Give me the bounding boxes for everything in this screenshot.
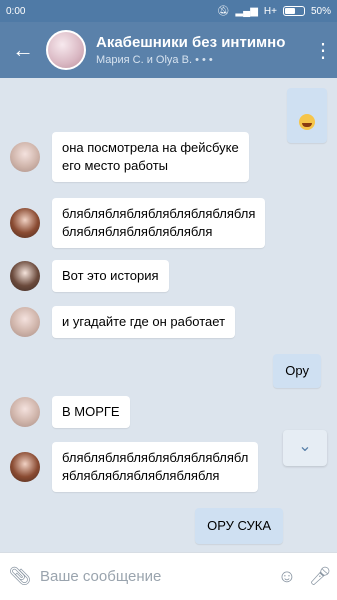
battery-percent: 50% bbox=[310, 5, 331, 17]
more-vertical-icon: ⋮ bbox=[313, 39, 333, 62]
message-bubble[interactable]: Ору bbox=[273, 354, 321, 388]
chat-subtitle: Мария С. и Olya B. • • • bbox=[96, 54, 309, 66]
message-row: и угадайте где он работает bbox=[10, 306, 236, 338]
network-type: H+ bbox=[263, 5, 277, 17]
avatar[interactable] bbox=[10, 452, 40, 482]
message-row: бляблябляблябляблябляблябл яблябляблябля… bbox=[10, 442, 259, 492]
smiley-icon: ☺ bbox=[277, 566, 297, 586]
message-row bbox=[287, 88, 327, 143]
battery-icon bbox=[282, 6, 305, 16]
emoji-button[interactable]: ☺ bbox=[271, 566, 303, 587]
chat-title-area[interactable]: Акабешники без интимно Мария С. и Olya B… bbox=[96, 34, 309, 66]
message-bubble[interactable]: ОРУ СУКА bbox=[195, 508, 283, 544]
avatar[interactable] bbox=[10, 307, 40, 337]
signal-icon: ▂▄▆ bbox=[235, 5, 258, 17]
message-bubble[interactable]: Вот это история bbox=[52, 260, 169, 292]
message-row: ОРУ СУКА bbox=[195, 508, 283, 544]
status-bar: 0:00 🔕︎ ▂▄▆ H+ 50% bbox=[0, 0, 337, 22]
avatar[interactable] bbox=[10, 261, 40, 291]
typing-indicator: • • • bbox=[195, 54, 213, 66]
back-button[interactable]: ← bbox=[0, 37, 46, 63]
status-time: 0:00 bbox=[6, 5, 26, 17]
message-input[interactable] bbox=[40, 568, 271, 585]
message-row: Ору bbox=[273, 354, 321, 388]
voice-button[interactable]: 🎤︎ bbox=[303, 566, 337, 587]
message-bubble[interactable]: бляблябляблябляблябляблябля блябляблябля… bbox=[52, 198, 266, 248]
message-bubble[interactable]: она посмотрела на фейсбуке его место раб… bbox=[52, 132, 249, 182]
chevron-down-icon: ⌄ bbox=[298, 438, 312, 455]
scroll-to-bottom-button[interactable]: ⌄ bbox=[283, 430, 327, 466]
message-row: Вот это история bbox=[10, 260, 169, 292]
paperclip-icon: 📎︎ bbox=[8, 566, 32, 586]
more-button[interactable]: ⋮ bbox=[309, 38, 337, 63]
message-list[interactable]: она посмотрела на фейсбуке его место раб… bbox=[0, 78, 337, 550]
chat-avatar[interactable] bbox=[46, 30, 86, 70]
message-row: В МОРГЕ bbox=[10, 396, 130, 428]
message-bubble[interactable]: и угадайте где он работает bbox=[52, 306, 236, 338]
chat-header: ← Акабешники без интимно Мария С. и Olya… bbox=[0, 22, 337, 78]
message-input-bar: 📎︎ ☺ 🎤︎ bbox=[0, 552, 337, 600]
mute-icon: 🔕︎ bbox=[216, 5, 230, 17]
attach-button[interactable]: 📎︎ bbox=[0, 566, 40, 587]
message-bubble[interactable]: В МОРГЕ bbox=[52, 396, 130, 428]
chat-title: Акабешники без интимно bbox=[96, 34, 286, 51]
chat-members: Мария С. и Olya B. bbox=[96, 54, 193, 66]
message-row: она посмотрела на фейсбуке его место раб… bbox=[10, 132, 249, 182]
microphone-icon: 🎤︎ bbox=[308, 566, 332, 586]
message-bubble[interactable]: бляблябляблябляблябляблябл яблябляблябля… bbox=[52, 442, 259, 492]
avatar[interactable] bbox=[10, 208, 40, 238]
message-bubble[interactable] bbox=[287, 88, 327, 143]
arrow-left-icon: ← bbox=[12, 37, 34, 62]
message-row: бляблябляблябляблябляблябля блябляблябля… bbox=[10, 198, 266, 248]
avatar[interactable] bbox=[10, 397, 40, 427]
avatar[interactable] bbox=[10, 142, 40, 172]
laughing-emoji-icon bbox=[299, 114, 315, 130]
